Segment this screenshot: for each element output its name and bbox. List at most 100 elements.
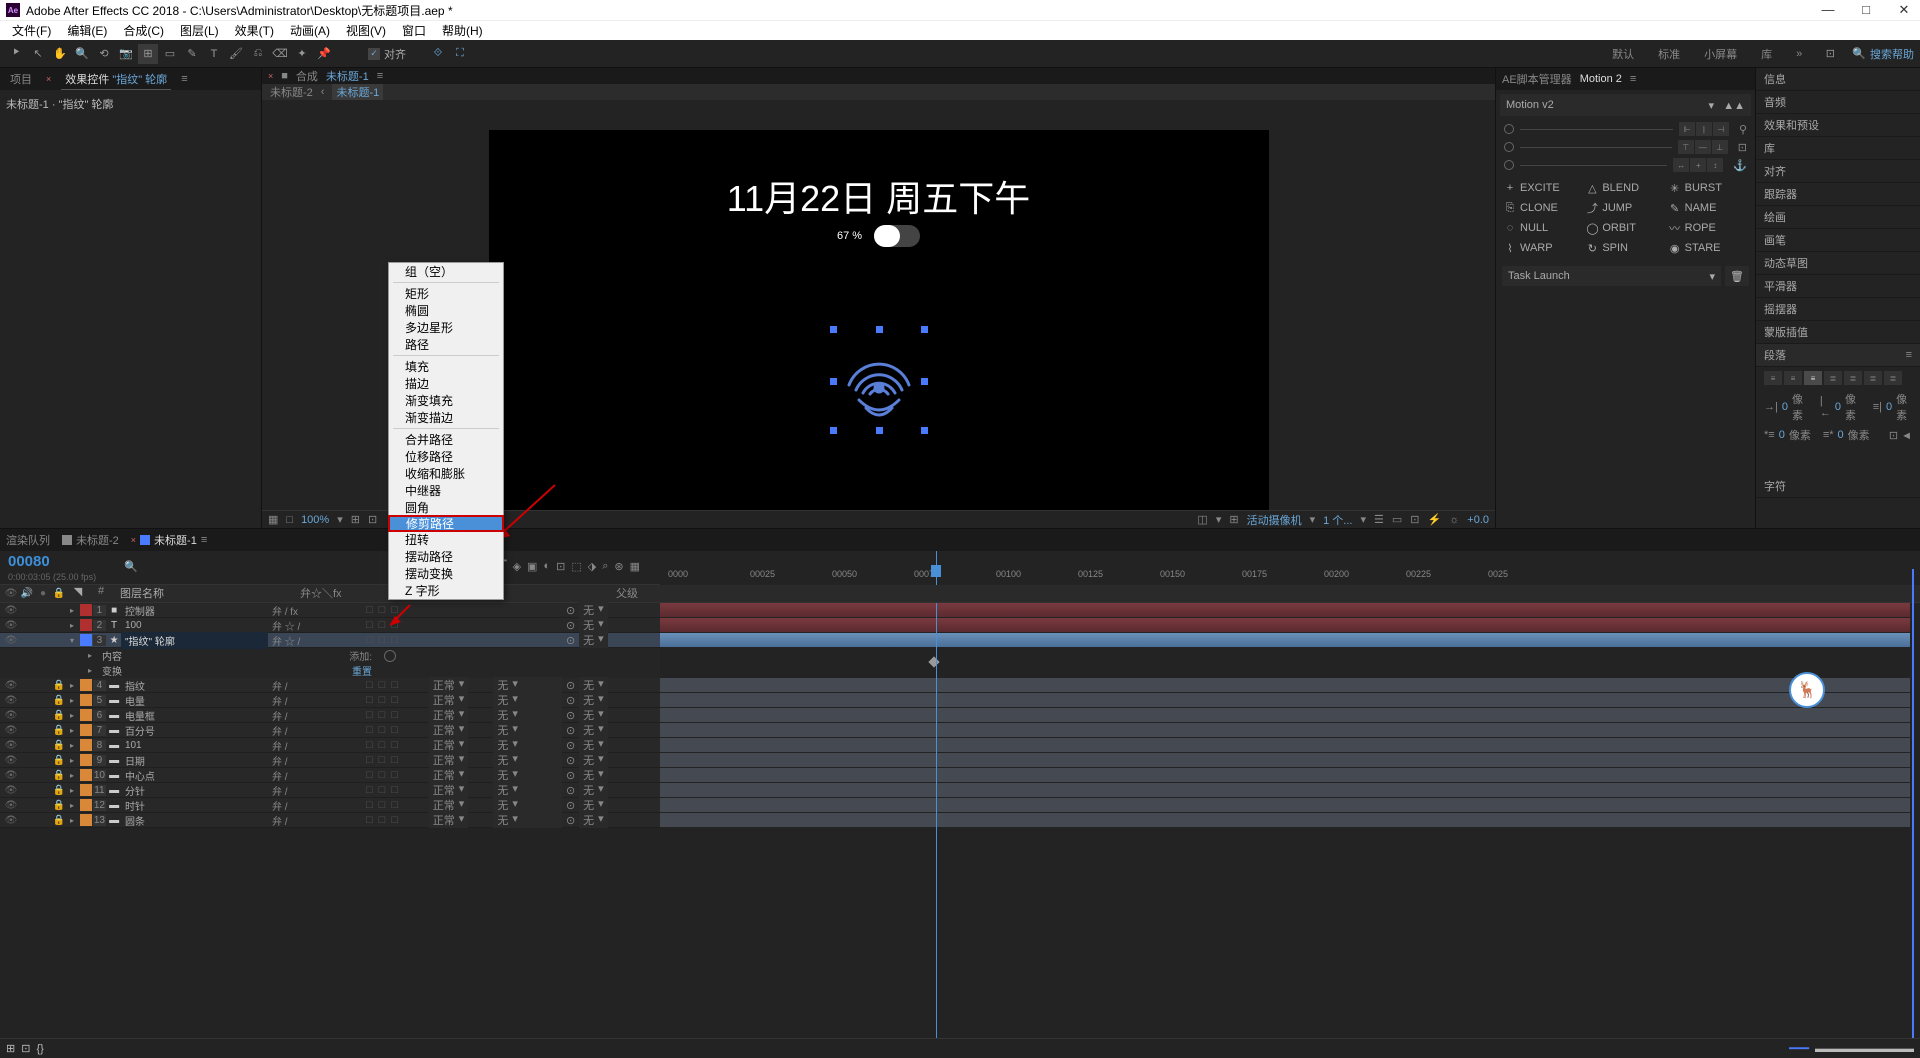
- toggle-switches-icon[interactable]: ⊞: [6, 1042, 15, 1055]
- context-menu-item[interactable]: 修剪路径: [388, 515, 504, 532]
- search-timeline-icon[interactable]: 🔍: [124, 560, 138, 573]
- panel-library[interactable]: 库: [1756, 137, 1920, 160]
- motion-name[interactable]: ✎NAME: [1667, 198, 1749, 218]
- motion-orbit[interactable]: ◯ORBIT: [1584, 218, 1666, 238]
- rect-tool-icon[interactable]: ▭: [160, 44, 180, 64]
- panel-smoother[interactable]: 平滑器: [1756, 275, 1920, 298]
- orbit-tool-icon[interactable]: ⟲: [94, 44, 114, 64]
- motion-excite[interactable]: +EXCITE: [1502, 178, 1584, 198]
- snap-opt-icon[interactable]: ⟐: [428, 44, 448, 64]
- timeline-layer-row[interactable]: 👁🔒 ▸ 8 ▬ 101 弁 / □□□ 正常▾ 无▾ ⊙无▾: [0, 738, 660, 753]
- comp-panel-menu-icon[interactable]: ≡: [377, 70, 383, 82]
- task-launch-dropdown[interactable]: Task Launch▾: [1502, 266, 1721, 286]
- toggle-modes-icon[interactable]: ⊡: [21, 1042, 30, 1055]
- panel-wiggler[interactable]: 摇摆器: [1756, 298, 1920, 321]
- panel-brush[interactable]: 画笔: [1756, 229, 1920, 252]
- timeline-layer-row[interactable]: 👁🔒 ▸ 9 ▬ 日期 弁 / □□□ 正常▾ 无▾ ⊙无▾: [0, 753, 660, 768]
- vf-res-icon[interactable]: ⊞: [351, 513, 360, 526]
- motion-null[interactable]: ◌NULL: [1502, 218, 1584, 238]
- panel-tracker[interactable]: 跟踪器: [1756, 183, 1920, 206]
- align-left-icon[interactable]: ≡: [1764, 371, 1782, 385]
- context-menu-item[interactable]: Z 字形: [389, 582, 503, 599]
- motion-warp[interactable]: ⌇WARP: [1502, 238, 1584, 258]
- comp-tab-active[interactable]: 未标题-1: [326, 68, 369, 84]
- justify-center-icon[interactable]: ≣: [1844, 371, 1862, 385]
- menu-edit[interactable]: 编辑(E): [61, 22, 113, 39]
- tab-project-close-icon[interactable]: ×: [46, 74, 51, 84]
- trash-icon[interactable]: 🗑: [1725, 266, 1749, 286]
- context-menu-item[interactable]: 渐变描边: [389, 409, 503, 426]
- context-menu-item[interactable]: 多边星形: [389, 319, 503, 336]
- tab-project[interactable]: 项目: [6, 69, 36, 89]
- snap-opt2-icon[interactable]: ⛶: [450, 44, 470, 64]
- breadcrumb-item-active[interactable]: 未标题-1: [332, 84, 383, 100]
- col-layer-name[interactable]: 图层名称: [116, 585, 296, 602]
- workspace-default[interactable]: 默认: [1606, 46, 1640, 62]
- timeline-layer-row[interactable]: 👁🔒 ▸ 11 ▬ 分针 弁 / □□□ 正常▾ 无▾ ⊙无▾: [0, 783, 660, 798]
- timeline-tracks[interactable]: [660, 603, 1920, 1038]
- menu-window[interactable]: 窗口: [396, 22, 432, 39]
- motion-blend[interactable]: △BLEND: [1584, 178, 1666, 198]
- anchor-icon[interactable]: ⚲: [1739, 123, 1747, 136]
- add-shape-button[interactable]: [384, 650, 396, 662]
- tl-icon[interactable]: ◈: [513, 560, 521, 573]
- context-menu-item[interactable]: 填充: [389, 358, 503, 375]
- timecode[interactable]: 00080: [0, 551, 104, 572]
- tab-ae-script-manager[interactable]: AE脚本管理器: [1502, 71, 1572, 87]
- context-menu-item[interactable]: 矩形: [389, 285, 503, 302]
- context-menu-item[interactable]: 渐变填充: [389, 392, 503, 409]
- anchor-down-icon[interactable]: ⚓: [1733, 159, 1747, 172]
- tab-effect-controls[interactable]: 效果控件 "指纹" 轮廓: [61, 69, 171, 90]
- comp-close-icon[interactable]: ×: [268, 71, 273, 81]
- context-menu-item[interactable]: 组（空）: [389, 263, 503, 280]
- camera-dropdown[interactable]: 活动摄像机: [1247, 512, 1302, 528]
- motion-jump[interactable]: ⤴JUMP: [1584, 198, 1666, 218]
- context-menu-item[interactable]: 椭圆: [389, 302, 503, 319]
- context-menu-item[interactable]: 位移路径: [389, 448, 503, 465]
- tl-icon[interactable]: ⬚: [571, 560, 581, 573]
- timeline-layer-row[interactable]: 👁🔒 ▸ 5 ▬ 电量 弁 / □□□ 正常▾ 无▾ ⊙无▾: [0, 693, 660, 708]
- tab-comp2[interactable]: 未标题-2: [62, 532, 119, 548]
- camera-tool-icon[interactable]: 📷: [116, 44, 136, 64]
- puppet-tool-icon[interactable]: 📌: [314, 44, 334, 64]
- timeline-layer-row[interactable]: 👁🔒 ▸ 13 ▬ 圆条 弁 / □□□ 正常▾ 无▾ ⊙无▾: [0, 813, 660, 828]
- panel-menu-icon[interactable]: ≡: [181, 73, 187, 85]
- maximize-button[interactable]: □: [1856, 2, 1876, 18]
- menu-help[interactable]: 帮助(H): [436, 22, 489, 39]
- menu-file[interactable]: 文件(F): [6, 22, 57, 39]
- brush-tool-icon[interactable]: 🖌: [226, 44, 246, 64]
- breadcrumb-item[interactable]: 未标题-2: [270, 84, 313, 100]
- tl-icon[interactable]: ▦: [630, 560, 640, 573]
- context-menu-item[interactable]: 路径: [389, 336, 503, 353]
- vf-trans-icon[interactable]: ☰: [1374, 513, 1384, 526]
- timeline-layer-row[interactable]: 👁 ▸ 2 T 100 弁 ☆ / □□□ ⊙无▾: [0, 618, 660, 633]
- tab-comp1[interactable]: ×未标题-1≡: [131, 532, 207, 548]
- context-menu-item[interactable]: 收缩和膨胀: [389, 465, 503, 482]
- motion-burst[interactable]: ✳BURST: [1667, 178, 1749, 198]
- justify-all-icon[interactable]: ≣: [1884, 371, 1902, 385]
- align-right-icon[interactable]: ≡: [1804, 371, 1822, 385]
- home-icon[interactable]: ⯈: [6, 44, 26, 64]
- workspace-small[interactable]: 小屏幕: [1698, 46, 1743, 62]
- menu-animation[interactable]: 动画(A): [284, 22, 336, 39]
- timeline-ruler[interactable]: 0000000250005000075001000012500150001750…: [660, 551, 1920, 585]
- motion-panel-menu-icon[interactable]: ≡: [1630, 73, 1636, 85]
- motion-clone[interactable]: ⎘CLONE: [1502, 198, 1584, 218]
- panel-info[interactable]: 信息: [1756, 68, 1920, 91]
- context-menu-item[interactable]: 中继器: [389, 482, 503, 499]
- tab-motion2[interactable]: Motion 2: [1580, 73, 1622, 85]
- menu-composition[interactable]: 合成(C): [117, 22, 170, 39]
- preview-fingerprint[interactable]: [834, 330, 924, 430]
- tl-icon[interactable]: ⊡: [556, 560, 565, 573]
- timeline-layer-row[interactable]: 👁🔒 ▸ 10 ▬ 中心点 弁 / □□□ 正常▾ 无▾ ⊙无▾: [0, 768, 660, 783]
- timeline-layer-row[interactable]: 👁🔒 ▸ 12 ▬ 时针 弁 / □□□ 正常▾ 无▾ ⊙无▾: [0, 798, 660, 813]
- menu-effect[interactable]: 效果(T): [229, 22, 280, 39]
- minimize-button[interactable]: —: [1818, 2, 1838, 18]
- tab-render-queue[interactable]: 渲染队列: [6, 532, 50, 548]
- vf-3d-icon[interactable]: ⊞: [1229, 513, 1238, 526]
- panel-character[interactable]: 字符: [1756, 475, 1920, 498]
- tl-icon[interactable]: ▣: [527, 560, 537, 573]
- panel-paint[interactable]: 绘画: [1756, 206, 1920, 229]
- vf-icon2[interactable]: □: [286, 514, 293, 526]
- toggle-in-out-icon[interactable]: {}: [36, 1043, 43, 1055]
